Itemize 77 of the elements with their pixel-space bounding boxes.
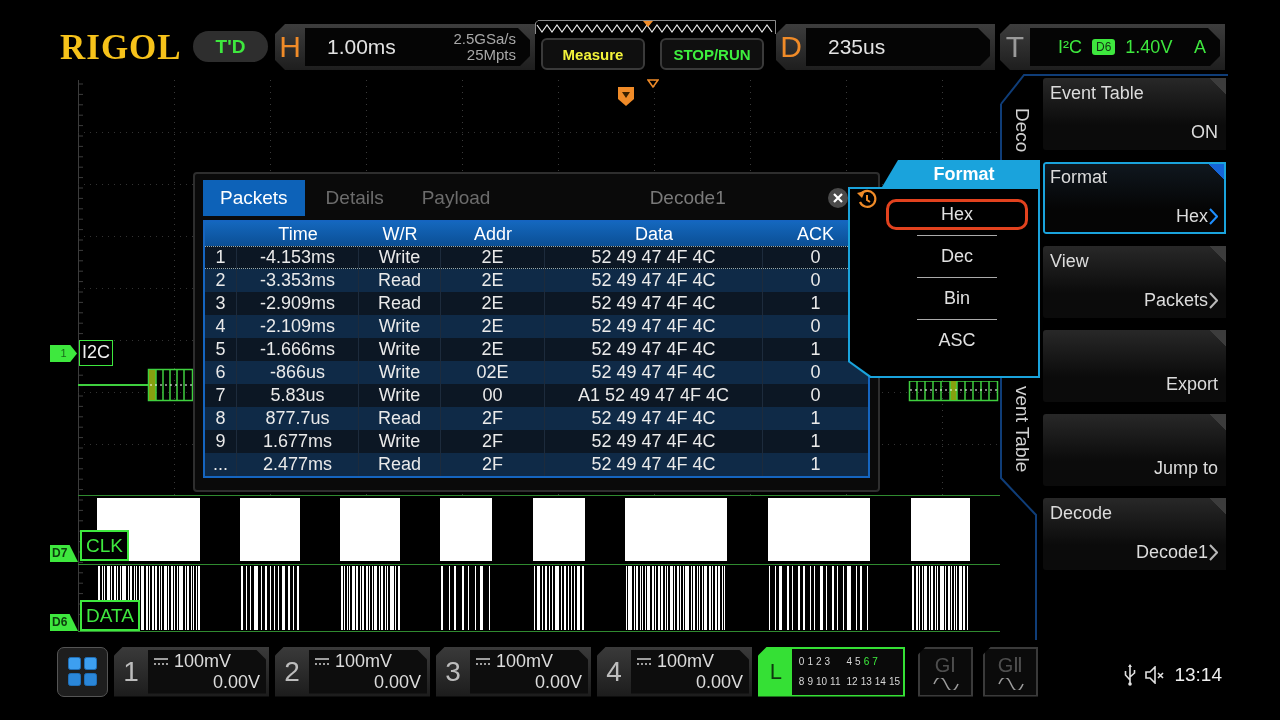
logic-channel: 6 bbox=[863, 656, 870, 667]
logic-channel: 2 bbox=[816, 656, 822, 667]
grid-icon bbox=[68, 657, 97, 686]
stop-run-button[interactable]: STOP/RUN bbox=[660, 38, 764, 70]
menu-item[interactable]: Export bbox=[1043, 330, 1226, 402]
mode-indicator: T'D bbox=[193, 31, 268, 62]
logic-channel: 11 bbox=[830, 676, 841, 687]
sample-rate: 2.5GSa/s bbox=[453, 31, 516, 47]
chevron-icon bbox=[1209, 208, 1218, 225]
trigger-level: 1.40V bbox=[1125, 36, 1173, 58]
menu-item[interactable]: Decode Decode1 bbox=[1043, 498, 1226, 570]
horizontal-panel[interactable]: H 1.00ms 2.5GSa/s 25Mpts bbox=[275, 24, 535, 70]
logic-channel: 13 bbox=[860, 676, 872, 687]
menu-item[interactable]: Event Table ON bbox=[1043, 78, 1226, 150]
channel-number: 4 bbox=[605, 654, 623, 689]
channel-scale: 100mV bbox=[496, 650, 554, 672]
menu-item[interactable]: View Packets bbox=[1043, 246, 1226, 318]
dc-coupling-icon bbox=[315, 657, 329, 665]
channel-scale: 100mV bbox=[335, 650, 393, 672]
trigger-type: I²C bbox=[1058, 36, 1082, 58]
logic-channel: 1 bbox=[807, 656, 813, 667]
channel-panel[interactable]: 2 100mV 0.00V bbox=[275, 646, 430, 697]
channel-panel[interactable]: 1 100mV 0.00V bbox=[114, 646, 269, 697]
sine-wave-icon bbox=[997, 677, 1024, 690]
menu-caption: Deco bbox=[1010, 108, 1033, 153]
logic-letter: L bbox=[760, 648, 792, 695]
logic-channel: 0 bbox=[798, 656, 805, 667]
delay-letter: D bbox=[779, 30, 803, 64]
logic-channel: 9 bbox=[807, 676, 813, 687]
logic-channel: 14 bbox=[874, 676, 886, 687]
channel-number: 2 bbox=[283, 654, 301, 689]
logic-channel: 3 bbox=[824, 656, 831, 667]
channel-tag: D6 bbox=[50, 614, 78, 631]
channel-panel[interactable]: 3 100mV 0.00V bbox=[436, 646, 591, 697]
trigger-panel[interactable]: T I²C D6 1.40V A bbox=[1000, 24, 1225, 70]
trigger-mode: A bbox=[1194, 36, 1206, 58]
channel-tag: D7 bbox=[50, 545, 78, 562]
logic-channel: 4 bbox=[846, 656, 853, 667]
channel-offset: 0.00V bbox=[534, 671, 582, 693]
trigger-source: D6 bbox=[1092, 39, 1116, 55]
menu-item[interactable]: Jump to bbox=[1043, 414, 1226, 486]
logic-panel[interactable]: L 0 1 2 3 4 5 6 7 8 9 10 11 12 13 14 15 bbox=[758, 646, 905, 697]
apps-button[interactable] bbox=[57, 646, 108, 697]
logic-channel: 12 bbox=[846, 676, 858, 687]
channel-panel[interactable]: 4 100mV 0.00V bbox=[597, 646, 752, 697]
logic-channel: 8 bbox=[798, 676, 805, 687]
channel-scale: 100mV bbox=[657, 650, 715, 672]
chevron-icon bbox=[1209, 544, 1218, 561]
channel-offset: 0.00V bbox=[212, 671, 260, 693]
memory-depth: 25Mpts bbox=[466, 47, 516, 63]
delay-value: 235us bbox=[828, 35, 886, 59]
menu-caption: vent Table bbox=[1010, 385, 1033, 472]
channel-scale: 100mV bbox=[174, 650, 232, 672]
clock-time: 13:14 bbox=[1174, 663, 1222, 686]
usb-icon bbox=[1124, 663, 1137, 686]
chevron-icon bbox=[1209, 292, 1218, 309]
sine-wave-icon bbox=[932, 677, 959, 690]
channel-offset: 0.00V bbox=[373, 671, 421, 693]
dc-coupling-icon bbox=[476, 657, 490, 665]
channel-number: 3 bbox=[444, 654, 462, 689]
timebase-value: 1.00ms bbox=[327, 35, 396, 59]
logic-channel: 10 bbox=[816, 676, 828, 687]
channel-offset: 0.00V bbox=[695, 671, 743, 693]
horizontal-letter: H bbox=[278, 30, 302, 64]
logic-channel: 15 bbox=[888, 676, 900, 687]
brand-logo: RIGOL bbox=[60, 28, 183, 68]
logic-channel: 7 bbox=[872, 656, 878, 667]
muted-speaker-icon bbox=[1145, 665, 1166, 684]
channel-number: 1 bbox=[122, 654, 140, 689]
measure-button[interactable]: Measure bbox=[541, 38, 645, 70]
logic-channel: 5 bbox=[855, 656, 861, 667]
dc-coupling-icon bbox=[637, 657, 651, 665]
trigger-letter: T bbox=[1004, 30, 1026, 64]
dc-coupling-icon bbox=[154, 657, 168, 665]
bus-tag: 1 bbox=[50, 345, 77, 362]
menu-item[interactable]: Format Hex bbox=[1043, 162, 1226, 234]
delay-panel[interactable]: D 235us bbox=[776, 24, 995, 70]
